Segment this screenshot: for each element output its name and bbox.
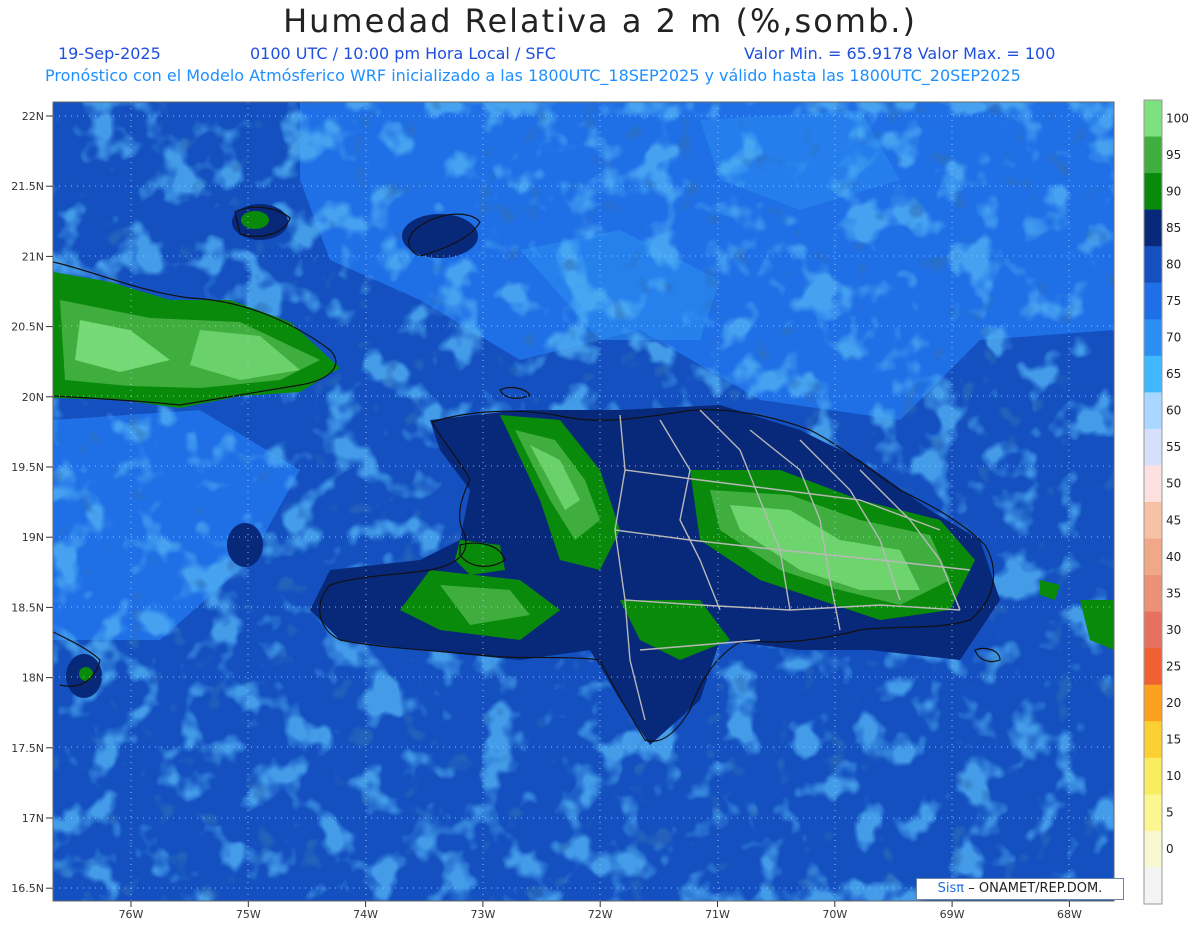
colorbar-swatch bbox=[1144, 355, 1162, 393]
colorbar-swatch bbox=[1144, 246, 1162, 284]
latitude-label: 17N bbox=[22, 812, 44, 825]
latitude-label: 16.5N bbox=[11, 882, 44, 895]
colorbar-label: 0 bbox=[1166, 842, 1174, 856]
credit-text: – ONAMET/REP.DOM. bbox=[968, 881, 1103, 896]
longitude-labels: 76W 75W 74W 73W 72W 71W 70W 69W 68W bbox=[119, 901, 1082, 921]
colorbar: 1009590858075706560555045403530252015105… bbox=[1143, 99, 1189, 905]
latitude-label: 20.5N bbox=[11, 321, 44, 334]
humidity-map: 22N 21.5N 21N 20.5N 20N 19.5N 19N 18.5N 18N 17.5N… bbox=[11, 99, 1189, 921]
colorbar-label: 55 bbox=[1166, 440, 1181, 454]
longitude-label: 73W bbox=[470, 908, 495, 921]
longitude-label: 70W bbox=[822, 908, 847, 921]
colorbar-label: 95 bbox=[1166, 148, 1181, 162]
latitude-label: 20N bbox=[22, 391, 44, 404]
latitude-label: 21.5N bbox=[11, 180, 44, 193]
latitude-labels: 22N 21.5N 21N 20.5N 20N 19.5N 19N 18.5N 18N 17.5N… bbox=[11, 110, 53, 895]
latitude-label: 21N bbox=[22, 250, 44, 263]
colorbar-label: 15 bbox=[1166, 733, 1181, 747]
longitude-label: 72W bbox=[588, 908, 613, 921]
longitude-label: 71W bbox=[705, 908, 730, 921]
colorbar-swatch bbox=[1144, 648, 1162, 686]
colorbar-label: 75 bbox=[1166, 294, 1181, 308]
colorbar-label: 40 bbox=[1166, 550, 1181, 564]
colorbar-swatch bbox=[1144, 794, 1162, 832]
colorbar-swatch bbox=[1144, 830, 1162, 868]
colorbar-swatch bbox=[1144, 684, 1162, 722]
colorbar-swatch bbox=[1144, 282, 1162, 320]
colorbar-label: 85 bbox=[1166, 221, 1181, 235]
colorbar-swatch bbox=[1144, 209, 1162, 247]
colorbar-swatch bbox=[1144, 538, 1162, 576]
colorbar-swatch bbox=[1144, 136, 1162, 174]
colorbar-swatch bbox=[1144, 611, 1162, 649]
colorbar-swatch bbox=[1144, 867, 1162, 905]
colorbar-swatch bbox=[1144, 100, 1162, 138]
colorbar-label: 90 bbox=[1166, 184, 1181, 198]
colorbar-swatch bbox=[1144, 319, 1162, 357]
longitude-label: 76W bbox=[119, 908, 144, 921]
colorbar-label: 70 bbox=[1166, 331, 1181, 345]
sispi-logo: Sisπ bbox=[937, 881, 965, 896]
colorbar-swatch bbox=[1144, 173, 1162, 211]
colorbar-swatch bbox=[1144, 721, 1162, 759]
colorbar-swatch bbox=[1144, 392, 1162, 430]
latitude-label: 22N bbox=[22, 110, 44, 123]
colorbar-swatch bbox=[1144, 575, 1162, 613]
longitude-label: 68W bbox=[1057, 908, 1082, 921]
colorbar-label: 10 bbox=[1166, 769, 1181, 783]
colorbar-label: 5 bbox=[1166, 806, 1174, 820]
colorbar-swatch bbox=[1144, 428, 1162, 466]
map-field bbox=[53, 102, 1114, 901]
colorbar-label: 80 bbox=[1166, 257, 1181, 271]
colorbar-swatch bbox=[1144, 465, 1162, 503]
longitude-label: 75W bbox=[236, 908, 261, 921]
latitude-label: 19.5N bbox=[11, 461, 44, 474]
colorbar-label: 50 bbox=[1166, 477, 1181, 491]
latitude-label: 19N bbox=[22, 531, 44, 544]
colorbar-label: 30 bbox=[1166, 623, 1181, 637]
colorbar-swatch bbox=[1144, 502, 1162, 540]
latitude-label: 18N bbox=[22, 672, 44, 685]
colorbar-label: 20 bbox=[1166, 696, 1181, 710]
credit-box: Sisπ – ONAMET/REP.DOM. bbox=[916, 878, 1124, 900]
colorbar-label: 65 bbox=[1166, 367, 1181, 381]
colorbar-label: 35 bbox=[1166, 586, 1181, 600]
colorbar-label: 45 bbox=[1166, 513, 1181, 527]
colorbar-label: 60 bbox=[1166, 404, 1181, 418]
colorbar-swatch bbox=[1144, 757, 1162, 795]
latitude-label: 17.5N bbox=[11, 742, 44, 755]
latitude-label: 18.5N bbox=[11, 601, 44, 614]
longitude-label: 74W bbox=[353, 908, 378, 921]
longitude-label: 69W bbox=[940, 908, 965, 921]
colorbar-label: 25 bbox=[1166, 659, 1181, 673]
colorbar-label: 100 bbox=[1166, 111, 1189, 125]
